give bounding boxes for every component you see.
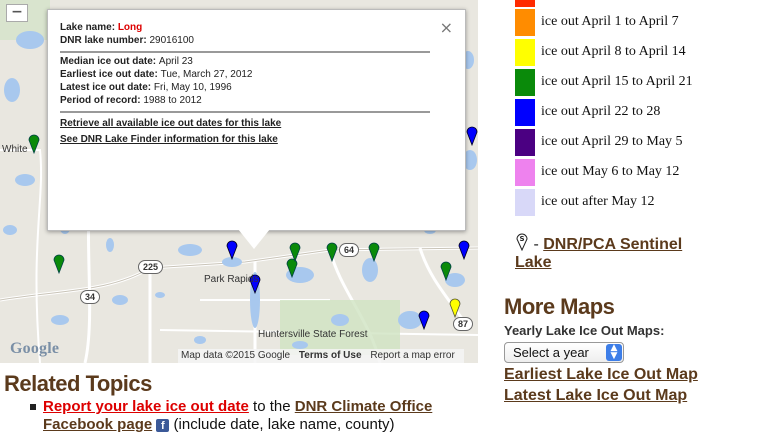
legend-label: ice out April 22 to 28 bbox=[541, 104, 661, 119]
more-maps-heading: More Maps bbox=[504, 294, 615, 319]
bullet-icon bbox=[30, 404, 36, 410]
earliest-map-link[interactable]: Earliest Lake Ice Out Map bbox=[504, 366, 698, 384]
legend-swatch bbox=[515, 39, 535, 66]
legend-swatch bbox=[515, 159, 535, 186]
latest-map-link[interactable]: Latest Lake Ice Out Map bbox=[504, 387, 687, 405]
retrieve-ice-out-dates-link[interactable]: Retrieve all available ice out dates for… bbox=[60, 118, 281, 129]
period-label: Period of record: bbox=[60, 95, 144, 106]
legend-swatch bbox=[515, 189, 535, 216]
road-shield-64: 64 bbox=[339, 243, 360, 257]
lake-marker-yellow[interactable] bbox=[449, 296, 461, 318]
legend-label: ice out April 1 to April 7 bbox=[541, 14, 679, 29]
lake-marker-green[interactable] bbox=[368, 240, 380, 262]
latest-value: Fri, May 10, 1996 bbox=[153, 82, 232, 93]
map-attribution: Map data ©2015 Google Terms of Use Repor… bbox=[178, 349, 464, 363]
svg-text:S: S bbox=[519, 235, 524, 243]
legend-item: ice out April 1 to April 7 bbox=[515, 9, 755, 36]
related-topics-heading: Related Topics bbox=[4, 371, 152, 396]
yearly-maps-label: Yearly Lake Ice Out Maps: bbox=[504, 323, 665, 338]
google-logo: Google bbox=[10, 340, 60, 357]
legend-swatch bbox=[515, 129, 535, 156]
year-select-value: Select a year bbox=[513, 345, 589, 360]
sentinel-link[interactable]: DNR/PCA Sentinel bbox=[543, 236, 682, 253]
lake-info-window: × Lake name: Long DNR lake number: 29016… bbox=[47, 9, 466, 231]
legend-label: ice out April 29 to May 5 bbox=[541, 134, 683, 149]
legend-item: ice out April 22 to 28 bbox=[515, 99, 755, 126]
road-shield-87: 87 bbox=[453, 317, 474, 331]
legend-swatch-cutoff bbox=[515, 0, 535, 7]
facebook-icon[interactable]: f bbox=[156, 418, 170, 432]
legend-item: ice out May 6 to May 12 bbox=[515, 159, 755, 186]
lake-name-value: Long bbox=[117, 22, 143, 33]
lake-marker-blue[interactable] bbox=[458, 238, 470, 260]
period-value: 1988 to 2012 bbox=[143, 95, 202, 106]
lake-marker-blue[interactable] bbox=[226, 238, 238, 260]
report-ice-out-link[interactable]: Report your lake ice out date bbox=[43, 398, 249, 415]
to-the-text: to the bbox=[248, 398, 295, 415]
legend-item: ice out April 29 to May 5 bbox=[515, 129, 755, 156]
median-label: Median ice out date: bbox=[60, 56, 159, 67]
year-select[interactable]: Select a year ▲ ▼ bbox=[504, 342, 624, 363]
median-value: April 23 bbox=[158, 56, 193, 67]
legend-label: ice out May 6 to May 12 bbox=[541, 164, 680, 179]
sentinel-dash: - bbox=[529, 236, 544, 253]
lake-name-label: Lake name: bbox=[60, 22, 118, 33]
report-map-error-link[interactable]: Report a map error bbox=[370, 350, 454, 361]
lake-marker-green[interactable] bbox=[440, 259, 452, 281]
chevron-updown-icon: ▲ ▼ bbox=[606, 344, 622, 361]
lake-finder-link[interactable]: See DNR Lake Finder information for this… bbox=[60, 134, 278, 145]
legend-label: ice out April 15 to April 21 bbox=[541, 74, 693, 89]
lake-name-row: Lake name: Long bbox=[60, 22, 142, 33]
lake-marker-green[interactable] bbox=[326, 240, 338, 262]
close-icon[interactable]: × bbox=[440, 18, 453, 37]
lake-marker-blue[interactable] bbox=[418, 308, 430, 330]
legend-item: ice out April 8 to April 14 bbox=[515, 39, 755, 66]
place-label-white: White bbox=[2, 144, 28, 155]
include-text: (include date, lake name, county) bbox=[169, 416, 395, 433]
road-shield-34: 34 bbox=[80, 290, 101, 304]
legend-swatch bbox=[515, 9, 535, 36]
info-window-pointer bbox=[238, 229, 270, 249]
sentinel-marker-icon: S bbox=[516, 233, 528, 252]
latest-row: Latest ice out date: Fri, May 10, 1996 bbox=[60, 82, 232, 93]
sentinel-link-lake[interactable]: Lake bbox=[515, 254, 551, 271]
climate-office-link[interactable]: DNR Climate Office bbox=[295, 398, 433, 415]
place-label-forest: Huntersville State Forest bbox=[258, 329, 368, 340]
lake-marker-green[interactable] bbox=[28, 132, 40, 154]
map-data-credit: Map data ©2015 Google bbox=[181, 350, 291, 361]
road-shield-225: 225 bbox=[138, 260, 164, 274]
dnr-number-row: DNR lake number: 29016100 bbox=[60, 35, 194, 46]
earliest-label: Earliest ice out date: bbox=[60, 69, 161, 80]
legend-item: ice out April 15 to April 21 bbox=[515, 69, 755, 96]
latest-label: Latest ice out date: bbox=[60, 82, 154, 93]
info-divider bbox=[60, 51, 430, 53]
zoom-out-button[interactable]: − bbox=[6, 4, 28, 22]
legend-swatch bbox=[515, 99, 535, 126]
dnr-number-label: DNR lake number: bbox=[60, 35, 150, 46]
facebook-page-link[interactable]: Facebook page bbox=[43, 416, 152, 433]
lake-marker-green[interactable] bbox=[53, 252, 65, 274]
legend-item: ice out after May 12 bbox=[515, 189, 755, 216]
dnr-number-value: 29016100 bbox=[149, 35, 194, 46]
median-row: Median ice out date: April 23 bbox=[60, 56, 193, 67]
related-item-continued: Facebook page f (include date, lake name… bbox=[43, 416, 395, 433]
earliest-row: Earliest ice out date: Tue, March 27, 20… bbox=[60, 69, 253, 80]
terms-of-use-link[interactable]: Terms of Use bbox=[299, 350, 362, 361]
ice-out-map[interactable]: White Park Rapids Huntersville State For… bbox=[0, 0, 478, 363]
legend-label: ice out after May 12 bbox=[541, 194, 655, 209]
sentinel-lake: S - DNR/PCA Sentinel Lake bbox=[515, 231, 682, 272]
legend-label: ice out April 8 to April 14 bbox=[541, 44, 686, 59]
legend-swatch bbox=[515, 69, 535, 96]
lake-marker-blue[interactable] bbox=[466, 124, 478, 146]
place-label-park-rapids: Park Rapids bbox=[204, 274, 259, 285]
period-row: Period of record: 1988 to 2012 bbox=[60, 95, 202, 106]
lake-marker-green[interactable] bbox=[289, 240, 301, 262]
earliest-value: Tue, March 27, 2012 bbox=[160, 69, 253, 80]
related-item: Report your lake ice out date to the DNR… bbox=[43, 398, 432, 415]
info-divider bbox=[60, 111, 430, 113]
